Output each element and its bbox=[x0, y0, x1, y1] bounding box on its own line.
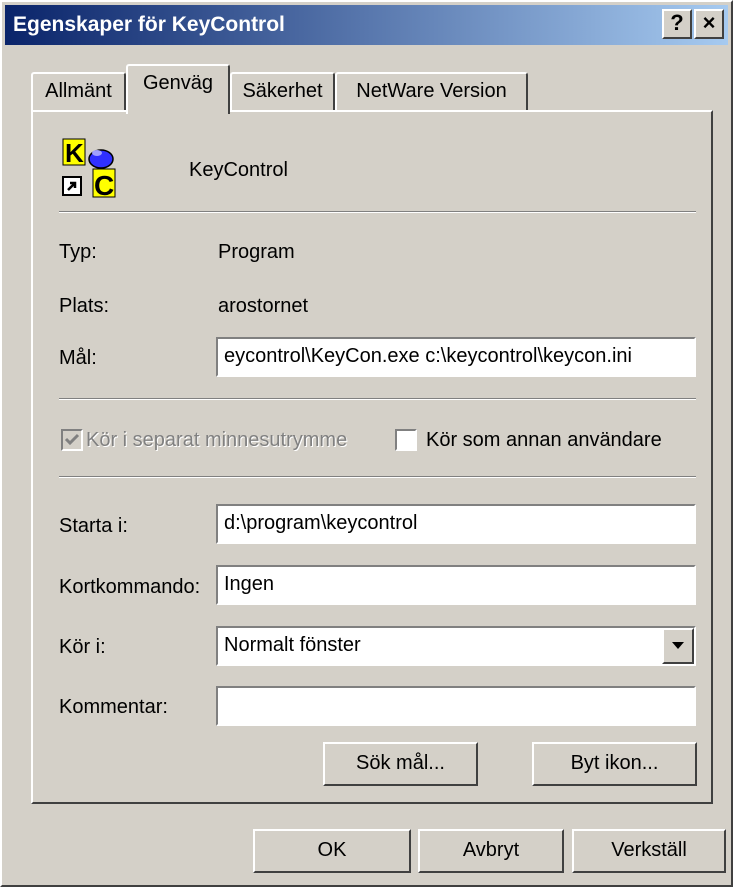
type-label: Typ: bbox=[59, 241, 97, 263]
help-button[interactable]: ? bbox=[662, 9, 692, 39]
title-bar[interactable]: Egenskaper för KeyControl ? × bbox=[5, 5, 728, 45]
shortcut-key-label: Kortkommando: bbox=[59, 576, 201, 598]
comment-label: Kommentar: bbox=[59, 696, 168, 718]
properties-dialog: Egenskaper för KeyControl ? × Allmänt Ge… bbox=[0, 0, 733, 887]
svg-text:C: C bbox=[94, 170, 114, 201]
separate-memory-checkbox[interactable] bbox=[61, 429, 83, 451]
run-select-value: Normalt fönster bbox=[224, 634, 361, 656]
location-label: Plats: bbox=[59, 295, 110, 317]
target-label: Mål: bbox=[59, 347, 97, 369]
location-value: arostornet bbox=[218, 295, 309, 317]
start-in-label: Starta i: bbox=[59, 515, 128, 537]
chevron-down-icon bbox=[672, 642, 684, 649]
type-value: Program bbox=[218, 241, 295, 263]
find-target-button[interactable]: Sök mål... bbox=[323, 742, 478, 786]
separator bbox=[59, 476, 696, 478]
svg-text:K: K bbox=[65, 138, 84, 168]
shortcut-name: KeyControl bbox=[189, 159, 288, 181]
separate-memory-label: Kör i separat minnesutrymme bbox=[86, 429, 348, 451]
checkmark-icon bbox=[64, 433, 80, 446]
shortcut-key-input[interactable]: Ingen bbox=[216, 565, 696, 605]
dropdown-button[interactable] bbox=[662, 628, 694, 664]
separator bbox=[59, 211, 696, 213]
tab-netware-version[interactable]: NetWare Version bbox=[335, 72, 528, 112]
window-title: Egenskaper för KeyControl bbox=[13, 13, 285, 36]
tab-shortcut[interactable]: Genväg bbox=[126, 64, 230, 114]
run-label: Kör i: bbox=[59, 636, 106, 658]
tab-security[interactable]: Säkerhet bbox=[230, 72, 335, 112]
tab-general[interactable]: Allmänt bbox=[31, 72, 126, 112]
run-select[interactable]: Normalt fönster bbox=[216, 626, 696, 666]
change-icon-button[interactable]: Byt ikon... bbox=[532, 742, 697, 786]
ok-button[interactable]: OK bbox=[253, 829, 411, 873]
comment-input[interactable] bbox=[216, 686, 696, 726]
keycontrol-app-icon: K C bbox=[59, 137, 123, 201]
cancel-button[interactable]: Avbryt bbox=[418, 829, 564, 873]
run-as-other-user-checkbox[interactable] bbox=[395, 429, 417, 451]
apply-button[interactable]: Verkställ bbox=[572, 829, 726, 873]
separator bbox=[59, 398, 696, 400]
run-as-other-user-label: Kör som annan användare bbox=[426, 429, 662, 451]
close-button[interactable]: × bbox=[694, 9, 724, 39]
target-input[interactable]: eycontrol\KeyCon.exe c:\keycontrol\keyco… bbox=[216, 337, 696, 377]
start-in-input[interactable]: d:\program\keycontrol bbox=[216, 504, 696, 544]
